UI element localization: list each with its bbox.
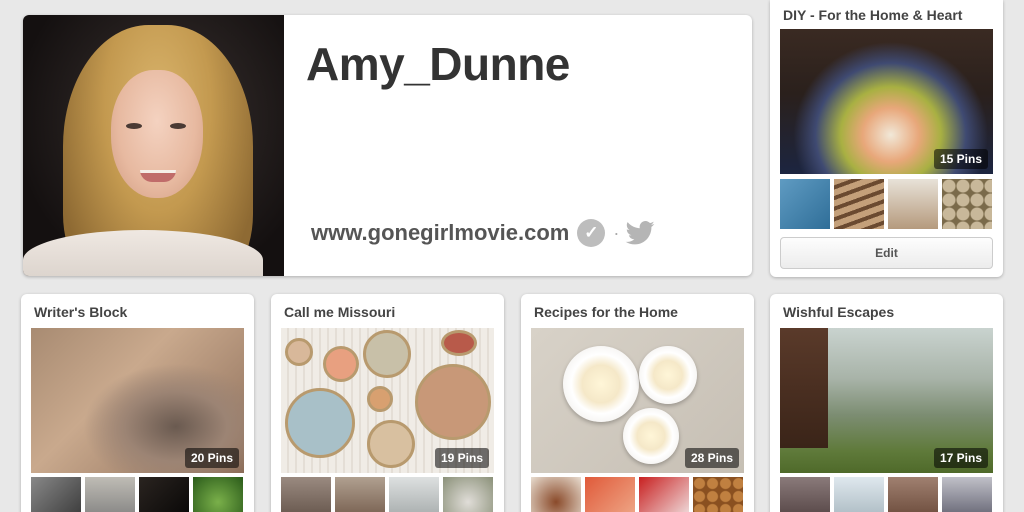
board-thumbnail[interactable] [780,477,830,512]
profile-name: Amy_Dunne [306,38,570,90]
board-thumbnail[interactable] [888,179,938,229]
checkmark-icon: ✓ [577,219,606,247]
board-title[interactable]: Recipes for the Home [534,304,678,320]
board-thumbnail[interactable] [639,477,689,512]
board-thumbnail[interactable] [888,477,938,512]
board-thumbnail[interactable] [85,477,135,512]
board-thumbnail[interactable] [780,179,830,229]
pins-count-badge: 20 Pins [184,448,239,468]
board-title[interactable]: DIY - For the Home & Heart [783,7,962,23]
board-title[interactable]: Call me Missouri [284,304,395,320]
board-cover-image[interactable]: 15 Pins [780,29,993,174]
board-card[interactable]: Call me Missouri 19 Pins [271,294,504,512]
board-thumbnail[interactable] [193,477,243,512]
board-cover-image[interactable]: 28 Pins [531,328,744,473]
board-thumbnail[interactable] [693,477,743,512]
board-thumbnails [31,477,243,512]
twitter-icon[interactable] [625,221,655,245]
board-thumbnails [780,477,992,512]
board-thumbnail[interactable] [139,477,189,512]
separator-dot: · [613,222,620,243]
board-thumbnail[interactable] [942,179,992,229]
board-thumbnail[interactable] [942,477,992,512]
board-thumbnail[interactable] [389,477,439,512]
profile-card: Amy_Dunne www.gonegirlmovie.com ✓ · [23,15,752,276]
board-thumbnails [780,179,992,229]
board-card[interactable]: Recipes for the Home 28 Pins [521,294,754,512]
board-thumbnail[interactable] [834,477,884,512]
board-title[interactable]: Writer's Block [34,304,127,320]
board-thumbnail[interactable] [585,477,635,512]
board-cover-image[interactable]: 17 Pins [780,328,993,473]
board-thumbnail[interactable] [31,477,81,512]
board-card[interactable]: Writer's Block 20 Pins [21,294,254,512]
board-thumbnail[interactable] [281,477,331,512]
board-card-diy[interactable]: DIY - For the Home & Heart 15 Pins Edit [770,0,1003,277]
profile-meta: www.gonegirlmovie.com ✓ · [311,219,655,247]
board-cover-image[interactable]: 20 Pins [31,328,244,473]
board-thumbnail[interactable] [443,477,493,512]
board-title[interactable]: Wishful Escapes [783,304,894,320]
edit-board-button[interactable]: Edit [780,237,993,269]
board-thumbnail[interactable] [531,477,581,512]
board-thumbnail[interactable] [335,477,385,512]
board-thumbnail[interactable] [834,179,884,229]
pins-count-badge: 17 Pins [933,448,988,468]
pins-count-badge: 28 Pins [684,448,739,468]
board-card[interactable]: Wishful Escapes 17 Pins [770,294,1003,512]
board-cover-image[interactable]: 19 Pins [281,328,494,473]
board-thumbnails [531,477,743,512]
pins-count-badge: 19 Pins [434,448,489,468]
profile-website-link[interactable]: www.gonegirlmovie.com [311,220,569,246]
pins-count-badge: 15 Pins [933,149,988,169]
profile-photo[interactable] [23,15,284,276]
board-thumbnails [281,477,493,512]
